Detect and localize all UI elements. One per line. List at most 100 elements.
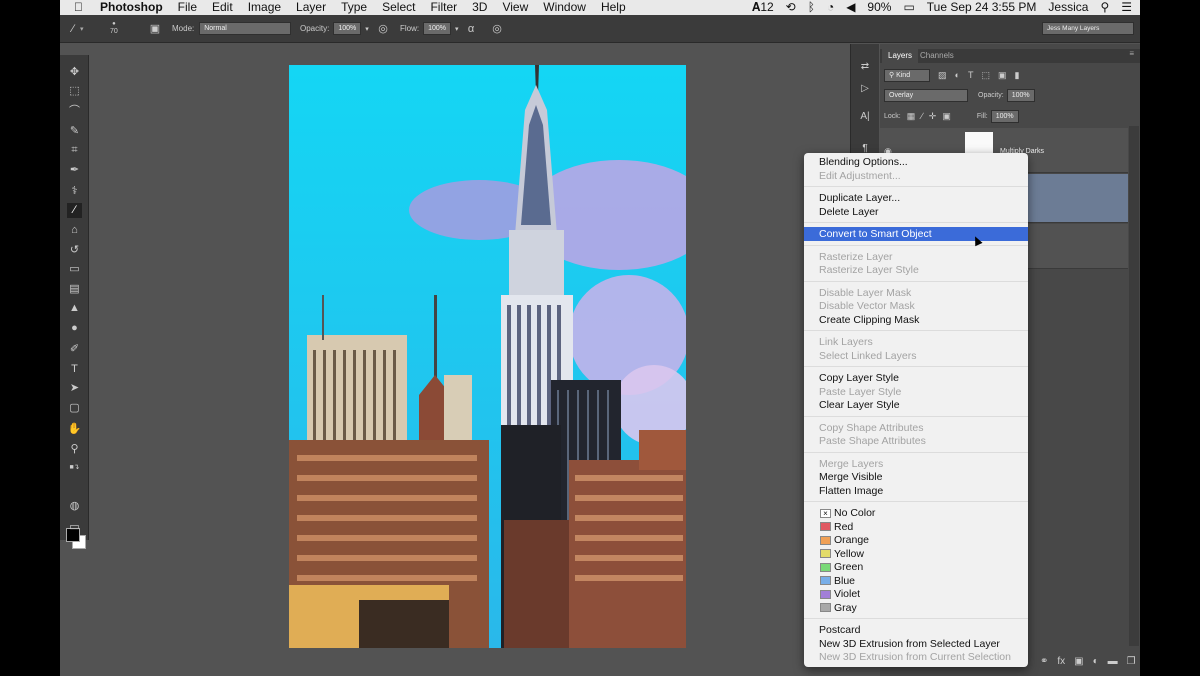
quick-selection-tool-icon[interactable]: ✎ [67, 124, 82, 139]
character-panel-icon[interactable]: A| [858, 110, 872, 124]
notification-center-icon[interactable]: ☰ [1121, 0, 1132, 15]
menu-item-color-red[interactable]: Red [834, 520, 853, 534]
history-brush-tool-icon[interactable]: ↺ [67, 243, 82, 258]
filter-toggle-icon[interactable]: ▮ [1014, 70, 1019, 81]
menu-item-postcard[interactable]: Postcard [819, 623, 860, 637]
dodge-tool-icon[interactable]: ● [67, 321, 82, 336]
opacity-chevron-icon[interactable]: ▾ [365, 25, 369, 33]
add-mask-icon[interactable]: ▣ [1074, 656, 1083, 667]
zoom-tool-icon[interactable]: ⚲ [67, 442, 82, 457]
eyedropper-tool-icon[interactable]: ✒ [67, 163, 82, 178]
lasso-tool-icon[interactable]: ⌒ [67, 104, 82, 119]
layer-opacity-input[interactable]: 100% [1006, 88, 1035, 102]
fill-input[interactable]: 100% [990, 109, 1019, 123]
healing-brush-tool-icon[interactable]: ⚕ [67, 184, 82, 199]
tab-channels[interactable]: Channels [914, 49, 960, 63]
eraser-tool-icon[interactable]: ▭ [67, 262, 82, 277]
spotlight-icon[interactable]: ⚲ [1100, 0, 1109, 15]
crop-tool-icon[interactable]: ⌗ [67, 143, 82, 158]
lock-transparent-icon[interactable]: ▦ [907, 111, 916, 122]
blend-mode-select[interactable]: Overlay [884, 88, 968, 102]
filter-pixel-icon[interactable]: ▨ [938, 70, 947, 81]
gradient-tool-icon[interactable]: ▤ [67, 282, 82, 297]
filter-adjustment-icon[interactable]: ◐ [955, 70, 960, 80]
move-tool-icon[interactable]: ✥ [67, 65, 82, 80]
menu-3d[interactable]: 3D [472, 0, 487, 15]
user-name[interactable]: Jessica [1048, 0, 1088, 15]
rectangle-tool-icon[interactable]: ▢ [67, 401, 82, 416]
menu-item-create-clipping-mask[interactable]: Create Clipping Mask [819, 313, 919, 327]
menu-item-blending-options[interactable]: Blending Options... [819, 155, 908, 169]
menu-window[interactable]: Window [543, 0, 586, 15]
history-panel-icon[interactable]: ⇄ [858, 60, 872, 74]
type-tool-icon[interactable]: T [67, 362, 82, 377]
flow-chevron-icon[interactable]: ▾ [455, 25, 459, 33]
menu-item-color-no-color[interactable]: No Color [834, 506, 875, 520]
menu-item-convert-to-smart-object[interactable]: Convert to Smart Object [819, 227, 932, 241]
adobe-notification-icon[interactable]: 𝐀12 [752, 0, 774, 15]
new-adjustment-icon[interactable]: ◐ [1093, 656, 1099, 667]
panel-menu-icon[interactable]: ≡ [1129, 49, 1134, 58]
menu-select[interactable]: Select [382, 0, 415, 15]
battery-level[interactable]: 90% [867, 0, 891, 15]
menu-item-new-3d-extrusion-from-selected-layer[interactable]: New 3D Extrusion from Selected Layer [819, 637, 1000, 651]
apple-icon[interactable]:  [74, 0, 83, 15]
bluetooth-icon[interactable]: ᛒ [808, 0, 815, 15]
menu-item-color-blue[interactable]: Blue [834, 574, 855, 588]
menu-edit[interactable]: Edit [212, 0, 233, 15]
tool-preset-picker[interactable]: ∕ ▾ [66, 15, 83, 42]
menu-file[interactable]: File [178, 0, 197, 15]
path-selection-tool-icon[interactable]: ➤ [67, 381, 82, 396]
tab-layers[interactable]: Layers [882, 49, 919, 63]
mode-select[interactable]: Normal [199, 22, 292, 35]
filter-kind-select[interactable]: ⚲ Kind [884, 68, 930, 82]
menu-item-color-green[interactable]: Green [834, 560, 863, 574]
volume-icon[interactable]: ◀ [846, 0, 855, 15]
workspace-switcher[interactable]: Jess Many Layers [1042, 15, 1134, 42]
menu-view[interactable]: View [502, 0, 528, 15]
lock-all-icon[interactable]: ▣ [942, 111, 951, 122]
wifi-icon[interactable]: ◔ [827, 0, 834, 15]
menu-filter[interactable]: Filter [430, 0, 457, 15]
quick-mask-icon[interactable]: ◍ [67, 499, 82, 514]
pen-tool-icon[interactable]: ✐ [67, 342, 82, 357]
default-colors-icon[interactable]: ■↴ [67, 460, 82, 475]
document-canvas[interactable] [289, 65, 686, 648]
menu-item-color-gray[interactable]: Gray [834, 601, 857, 615]
menu-item-flatten-image[interactable]: Flatten Image [819, 484, 883, 498]
opacity-input[interactable]: 100% [333, 22, 362, 35]
screen-mode-icon[interactable]: ▭ [67, 520, 82, 535]
filter-type-icon[interactable]: T [968, 70, 974, 80]
menu-item-delete-layer[interactable]: Delete Layer [819, 205, 879, 219]
lock-pixels-icon[interactable]: ∕ [921, 111, 923, 121]
lock-position-icon[interactable]: ✛ [929, 111, 937, 122]
menu-item-copy-layer-style[interactable]: Copy Layer Style [819, 371, 899, 385]
filter-smart-object-icon[interactable]: ▣ [998, 70, 1007, 81]
pressure-size-toggle[interactable]: ◎ [490, 15, 504, 42]
brush-tool-icon[interactable]: ∕ [67, 203, 82, 218]
menu-item-duplicate-layer[interactable]: Duplicate Layer... [819, 191, 900, 205]
brush-size-picker[interactable]: ● 70 [110, 15, 118, 42]
actions-panel-icon[interactable]: ▷ [858, 82, 872, 96]
app-menu[interactable]: Photoshop [100, 0, 163, 15]
pressure-opacity-toggle[interactable]: ◎ [376, 15, 390, 42]
menu-item-merge-visible[interactable]: Merge Visible [819, 470, 882, 484]
hand-tool-icon[interactable]: ✋ [67, 422, 82, 437]
menu-help[interactable]: Help [601, 0, 626, 15]
menu-layer[interactable]: Layer [296, 0, 326, 15]
clock[interactable]: Tue Sep 24 3:55 PM [927, 0, 1037, 15]
flow-input[interactable]: 100% [423, 22, 452, 35]
time-machine-icon[interactable]: ⟲ [786, 0, 796, 15]
new-group-icon[interactable]: ▬ [1108, 656, 1118, 667]
link-layers-icon[interactable]: ⚭ [1040, 656, 1048, 667]
menu-item-color-yellow[interactable]: Yellow [834, 547, 864, 561]
menu-image[interactable]: Image [248, 0, 281, 15]
add-style-icon[interactable]: fx [1057, 656, 1065, 667]
menu-type[interactable]: Type [341, 0, 367, 15]
marquee-tool-icon[interactable]: ⬚ [67, 84, 82, 99]
airbrush-toggle[interactable]: α [464, 15, 478, 42]
menu-item-clear-layer-style[interactable]: Clear Layer Style [819, 398, 900, 412]
brush-panel-toggle[interactable]: ▣ [148, 15, 162, 42]
layers-scrollbar[interactable] [1129, 126, 1139, 646]
clone-stamp-tool-icon[interactable]: ⌂ [67, 223, 82, 238]
